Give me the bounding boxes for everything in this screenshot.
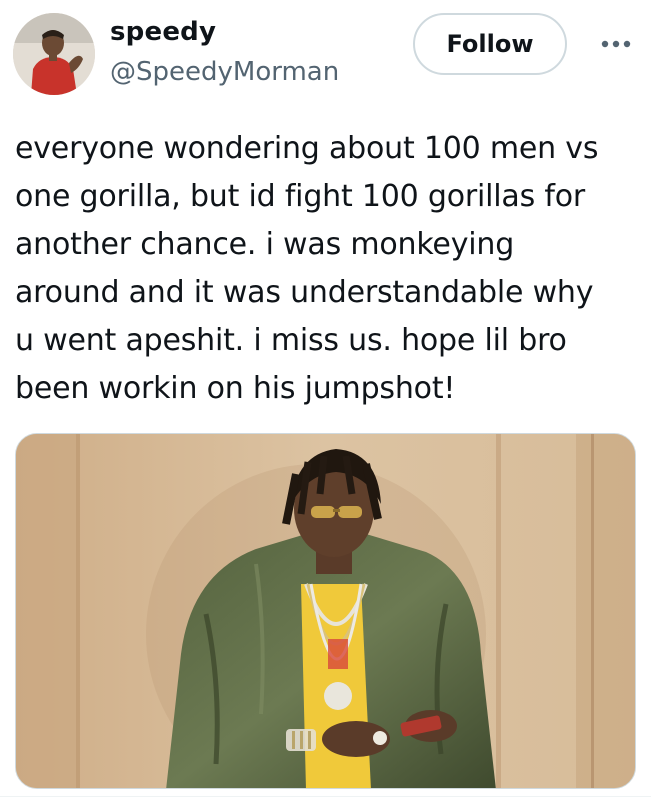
follow-button[interactable]: Follow — [413, 13, 567, 75]
tweet-text-line: been workin on his jumpshot! — [15, 371, 456, 406]
more-options-button[interactable] — [594, 32, 638, 56]
author-handle[interactable]: @SpeedyMorman — [110, 56, 339, 88]
tweet-text-line: another chance. i was monkeying — [15, 227, 515, 262]
avatar-image — [13, 13, 95, 95]
tweet-text: everyone wondering about 100 men vs one … — [15, 125, 640, 413]
tweet-text-line: around and it was understandable why — [15, 275, 594, 310]
more-horizontal-icon — [601, 40, 631, 48]
tweet-photo[interactable] — [15, 433, 636, 789]
tweet-text-line: everyone wondering about 100 men vs — [15, 131, 599, 166]
author-avatar[interactable] — [13, 13, 95, 95]
photo-image — [16, 434, 635, 788]
tweet-text-line: u went apeshit. i miss us. hope lil bro — [15, 323, 567, 358]
author-display-name[interactable]: speedy — [110, 16, 216, 48]
tweet-text-line: one gorilla, but id fight 100 gorillas f… — [15, 179, 586, 214]
